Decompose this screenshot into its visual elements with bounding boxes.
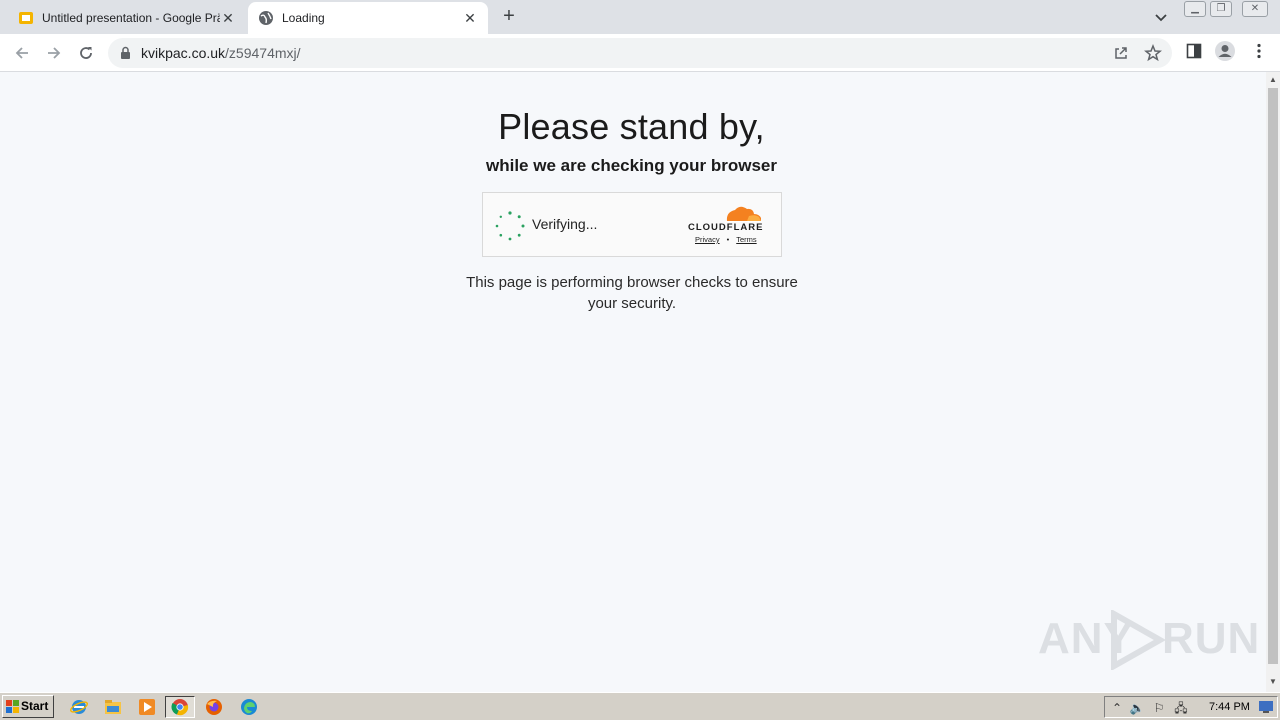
tab-title: Untitled presentation - Google Präsentat… [42, 11, 220, 25]
spinner-icon [495, 211, 525, 241]
scrollbar-thumb[interactable] [1268, 88, 1278, 664]
back-button[interactable] [10, 41, 34, 65]
bookmark-star-icon[interactable] [1144, 43, 1162, 67]
network-icon[interactable]: 🖧 [1173, 700, 1189, 716]
cloudflare-challenge-widget[interactable]: Verifying... CLOUDFLARE Privacy • Terms [482, 192, 782, 257]
volume-icon[interactable]: 🔈 [1129, 700, 1145, 716]
url-path: /z59474mxj/ [225, 45, 301, 61]
tab-google-slides[interactable]: Untitled presentation - Google Präsentat… [8, 2, 246, 34]
start-button[interactable]: Start [2, 695, 54, 718]
profile-avatar-icon[interactable] [1214, 40, 1236, 67]
page-content: Please stand by, while we are checking y… [0, 72, 1266, 692]
system-tray: ⌃ 🔈 ⚐ 🖧 7:44 PM [1104, 696, 1278, 718]
side-panel-icon[interactable] [1185, 42, 1203, 65]
cloudflare-wordmark: CLOUDFLARE [688, 222, 764, 233]
edge-icon[interactable] [240, 698, 258, 716]
action-center-flag-icon[interactable]: ⚐ [1151, 700, 1167, 716]
share-icon[interactable] [1113, 45, 1129, 66]
media-player-icon[interactable] [138, 698, 156, 716]
cloudflare-links: Privacy • Terms [695, 235, 757, 244]
lock-icon[interactable] [120, 46, 131, 64]
close-tab-icon[interactable]: ✕ [220, 10, 236, 26]
forward-button[interactable] [42, 41, 66, 65]
url-text: kvikpac.co.uk/z59474mxj/ [141, 45, 301, 61]
clock[interactable]: 7:44 PM [1209, 701, 1250, 713]
page-description: This page is performing browser checks t… [466, 274, 798, 312]
file-explorer-icon[interactable] [104, 698, 122, 716]
page-heading: Please stand by, [498, 106, 765, 147]
forward-arrow-icon [48, 47, 61, 59]
terms-link[interactable]: Terms [736, 235, 756, 244]
globe-icon [258, 10, 274, 26]
page-subheading: while we are checking your browser [486, 156, 777, 175]
chrome-icon[interactable] [165, 696, 195, 718]
tab-search-chevron-icon[interactable] [1152, 8, 1170, 26]
scroll-up-arrow-icon[interactable]: ▲ [1269, 76, 1277, 84]
privacy-link[interactable]: Privacy [695, 235, 720, 244]
anyrun-watermark: ANY RUN [1038, 610, 1259, 670]
tab-loading[interactable]: Loading ✕ [248, 2, 488, 34]
close-window-button[interactable]: ✕ [1242, 1, 1268, 17]
verifying-status: Verifying... [532, 216, 598, 232]
close-tab-icon[interactable]: ✕ [462, 10, 478, 26]
address-bar[interactable]: kvikpac.co.uk/z59474mxj/ [108, 38, 1172, 68]
url-host: kvikpac.co.uk [141, 45, 226, 61]
google-slides-icon [18, 10, 34, 26]
internet-explorer-icon[interactable] [70, 698, 88, 716]
watermark-text-right: RUN [1162, 614, 1261, 663]
browser-toolbar: kvikpac.co.uk/z59474mxj/ [0, 34, 1280, 72]
firefox-icon[interactable] [205, 698, 223, 716]
reload-button[interactable] [74, 41, 98, 65]
new-tab-button[interactable]: + [498, 6, 520, 28]
show-desktop-icon[interactable] [1257, 700, 1275, 716]
windows-taskbar: Start ⌃ 🔈 ⚐ 🖧 7:44 PM [0, 692, 1280, 720]
vertical-scrollbar[interactable]: ▲ ▼ [1266, 72, 1280, 692]
scroll-down-arrow-icon[interactable]: ▼ [1269, 678, 1277, 686]
play-triangle-icon [1111, 610, 1166, 670]
start-label: Start [21, 699, 49, 713]
minimize-button[interactable]: ▁ [1184, 1, 1206, 17]
kebab-menu-icon[interactable] [1250, 42, 1268, 65]
link-separator: • [726, 235, 730, 244]
reload-icon [80, 47, 92, 59]
tab-title: Loading [282, 11, 325, 25]
tray-expand-icon[interactable]: ⌃ [1109, 700, 1125, 716]
windows-flag-icon [6, 700, 19, 713]
back-arrow-icon [15, 47, 28, 59]
tab-strip: Untitled presentation - Google Präsentat… [0, 0, 1280, 34]
restore-button[interactable]: ❐ [1210, 1, 1232, 17]
